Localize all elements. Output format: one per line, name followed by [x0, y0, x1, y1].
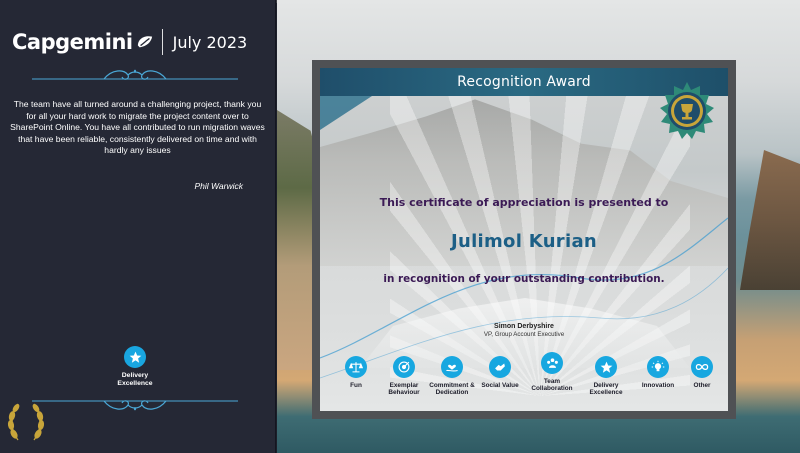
value-label: Exemplar Behaviour [388, 382, 420, 397]
badge-label: Delivery Excellence [117, 372, 153, 387]
signer-name: Simon Derbyshire [494, 323, 554, 330]
presented-to-text: This certificate of appreciation is pres… [379, 196, 669, 209]
value-label: Other [693, 382, 711, 389]
award-date: July 2023 [172, 32, 248, 52]
value-label: Delivery Excellence [589, 382, 623, 397]
spade-icon [137, 36, 152, 48]
value-label: Social Value [481, 382, 519, 389]
target-icon [393, 356, 415, 378]
value-other: Other [676, 356, 728, 389]
value-label: Fun [350, 382, 362, 389]
ornament-divider-icon [32, 69, 238, 80]
value-fun: Fun [330, 356, 382, 389]
scales-icon [345, 356, 367, 378]
signer-title: VP, Group Account Executive [483, 331, 565, 338]
brand-row: Capgemini July 2023 [12, 28, 247, 56]
hand-heart-icon [441, 356, 463, 378]
value-delivery-excellence: Delivery Excellence [580, 356, 632, 397]
laurel-wreath-icon [7, 403, 45, 441]
recognition-text: in recognition of your outstanding contr… [383, 273, 665, 285]
value-team-collaboration: Team Collaboration [526, 352, 578, 393]
team-icon [541, 352, 563, 374]
value-social-value: Social Value [474, 356, 526, 389]
certificate-card: Recognition Award This certificate of ap… [320, 68, 728, 411]
lightbulb-icon [647, 356, 669, 378]
certificate-title: Recognition Award [457, 74, 591, 90]
value-label: Commitment & Dedication [429, 382, 475, 397]
value-label: Team Collaboration [531, 378, 573, 393]
value-exemplar-behaviour: Exemplar Behaviour [378, 356, 430, 397]
certificate-frame: Recognition Award This certificate of ap… [312, 60, 736, 419]
message-panel: Capgemini July 2023 The team have all tu… [0, 0, 276, 453]
star-icon [124, 346, 146, 368]
value-commitment: Commitment & Dedication [426, 356, 478, 397]
cliff-right [740, 150, 800, 290]
corner-ribbon [320, 96, 372, 130]
award-category-badge: Delivery Excellence [106, 346, 164, 388]
award-seal-icon [660, 82, 714, 139]
hands-icon [489, 356, 511, 378]
star-icon [595, 356, 617, 378]
recognition-message: The team have all turned around a challe… [10, 99, 265, 156]
infinity-icon [691, 356, 713, 378]
ornament-divider-icon [32, 400, 238, 411]
brand-divider [161, 29, 163, 55]
signer-block: Simon Derbyshire VP, Group Account Execu… [320, 323, 728, 338]
values-row: Fun Exemplar Behaviour Commitment & Dedi… [340, 352, 720, 406]
logo-text: Capgemini [12, 30, 133, 54]
recipient-name: Julimol Kurian [450, 231, 598, 252]
capgemini-logo: Capgemini [12, 30, 154, 54]
message-author: Phil Warwick [194, 181, 244, 191]
